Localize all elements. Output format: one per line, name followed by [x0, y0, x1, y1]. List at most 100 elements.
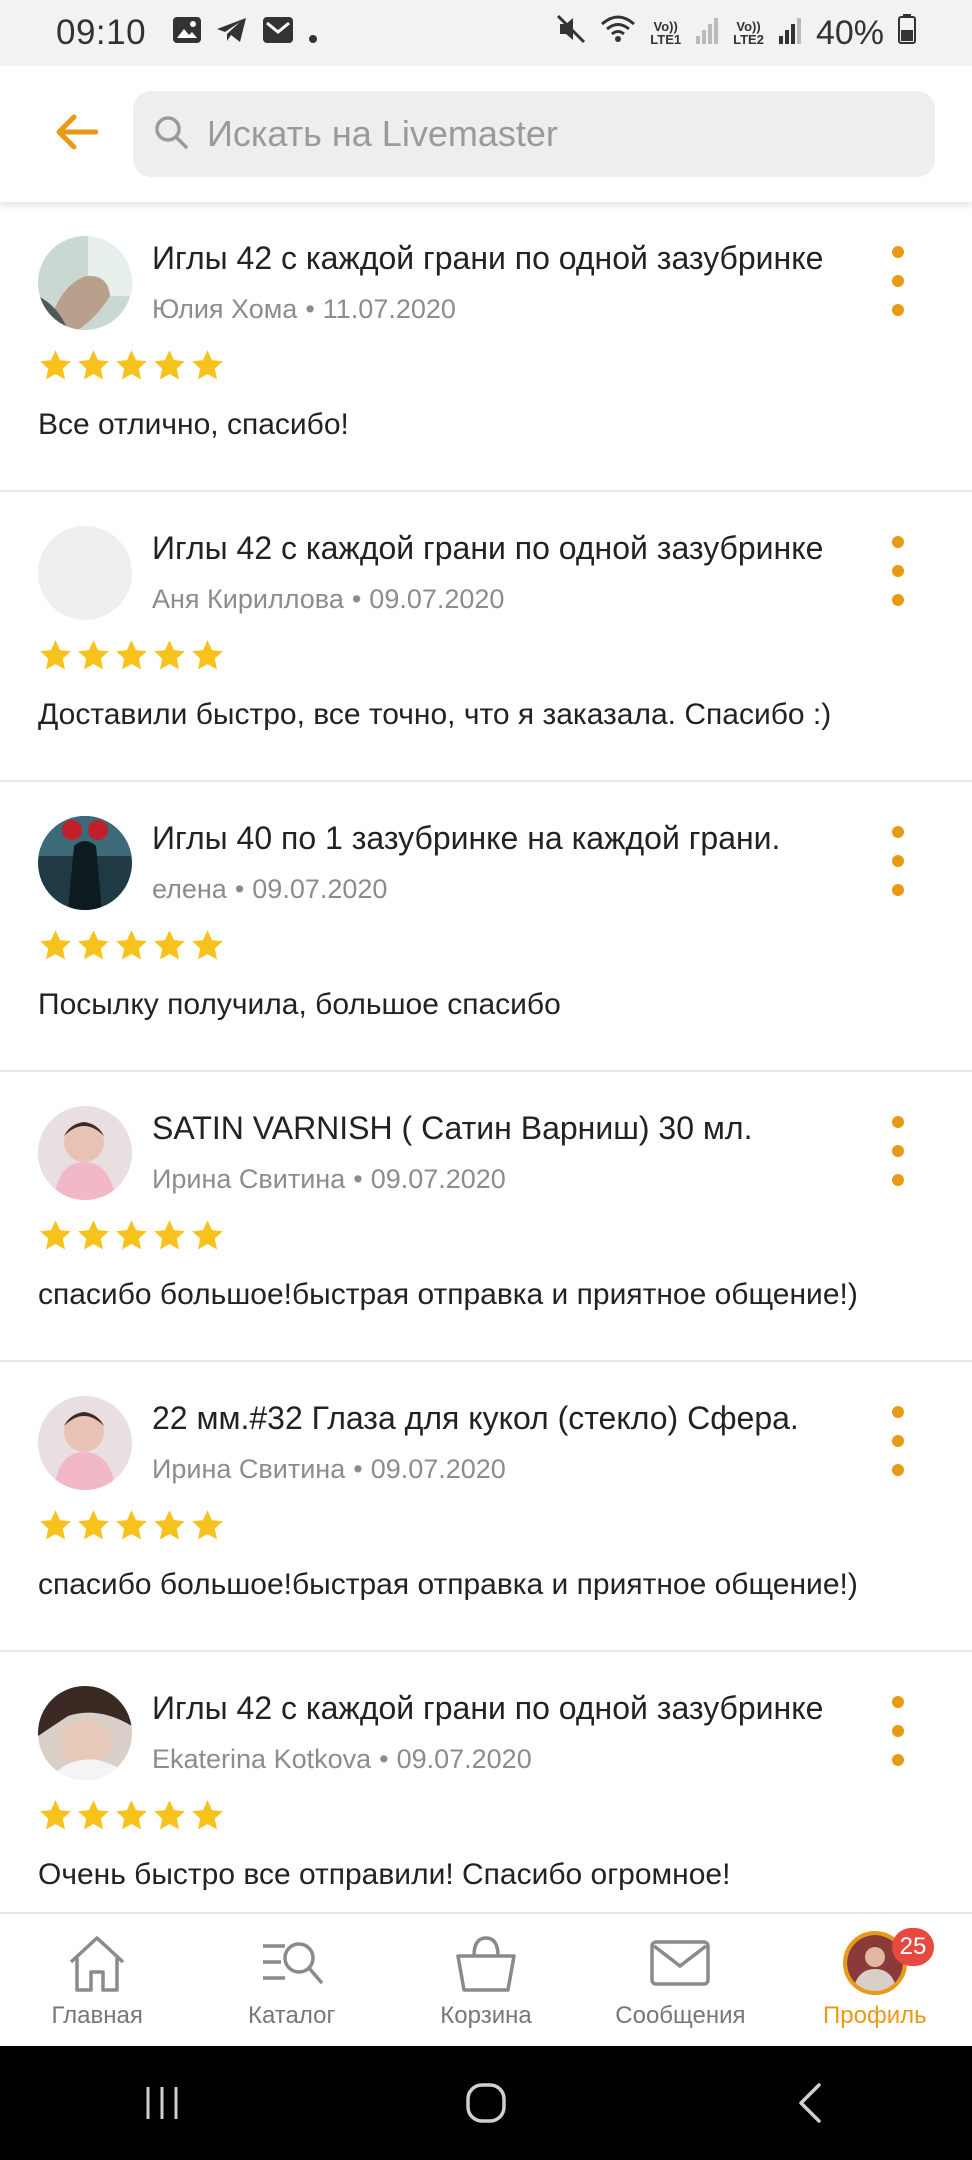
review-author[interactable]: Ekaterina Kotkova	[152, 1744, 371, 1774]
avatar[interactable]	[38, 1106, 132, 1200]
review-meta: Ирина Свитина • 09.07.2020	[152, 1454, 506, 1485]
sim1-network-label: Vo)) LTE1	[650, 20, 681, 46]
star-icon	[154, 1220, 185, 1250]
meta-separator: •	[351, 584, 362, 614]
review-date: 09.07.2020	[252, 874, 388, 904]
nav-basket[interactable]: Корзина	[389, 1914, 583, 2046]
battery-icon	[898, 13, 916, 53]
more-dot-icon	[892, 1754, 904, 1766]
home-icon	[65, 1932, 129, 1994]
avatar[interactable]	[38, 816, 132, 910]
app-bar	[0, 66, 972, 202]
star-icon	[154, 1510, 185, 1540]
star-icon	[116, 640, 147, 670]
review-meta: Ирина Свитина • 09.07.2020	[152, 1164, 506, 1195]
review-author[interactable]: Юлия Хома	[152, 294, 297, 324]
home-system-button[interactable]	[426, 2063, 546, 2143]
home-circle-icon	[466, 2083, 506, 2123]
review-more-button[interactable]	[878, 1696, 918, 1766]
nav-home[interactable]: Главная	[0, 1914, 194, 2046]
bottom-navigation: Главная Каталог Корзина Сообщения 25 Про…	[0, 1912, 972, 2046]
star-icon	[78, 1800, 109, 1830]
nav-label: Сообщения	[615, 2002, 746, 2029]
review-product-title[interactable]: Иглы 40 по 1 зазубринке на каждой грани.	[152, 820, 852, 857]
sim2-lte-label: LTE2	[733, 32, 764, 47]
review-product-title[interactable]: 22 мм.#32 Глаза для кукол (стекло) Сфера…	[152, 1400, 852, 1437]
status-notification-icons	[172, 14, 318, 53]
mail-icon	[262, 14, 294, 53]
star-icon	[116, 930, 147, 960]
nav-profile[interactable]: 25 Профиль	[778, 1914, 972, 2046]
star-icon	[78, 640, 109, 670]
avatar[interactable]	[38, 236, 132, 330]
star-icon	[78, 930, 109, 960]
search-input[interactable]	[207, 113, 887, 155]
star-icon	[40, 350, 71, 380]
review-author[interactable]: елена	[152, 874, 227, 904]
review-more-button[interactable]	[878, 826, 918, 896]
star-rating	[38, 1218, 225, 1253]
more-dot-icon	[892, 565, 904, 577]
more-dot-icon	[892, 1145, 904, 1157]
review-author[interactable]: Ирина Свитина	[152, 1164, 345, 1194]
more-dot-icon	[892, 1174, 904, 1186]
review-more-button[interactable]	[878, 1116, 918, 1186]
review-more-button[interactable]	[878, 1406, 918, 1476]
battery-percent: 40%	[815, 13, 884, 52]
review-text: спасибо большое!быстрая отправка и прият…	[38, 1278, 858, 1311]
review-product-title[interactable]: Иглы 42 с каждой грани по одной зазубрин…	[152, 530, 852, 567]
more-notifications-dot-icon	[308, 14, 318, 53]
review-product-title[interactable]: SATIN VARNISH ( Сатин Варниш) 30 мл.	[152, 1110, 852, 1147]
star-icon	[78, 350, 109, 380]
star-icon	[192, 640, 223, 670]
reviews-list: Иглы 42 с каждой грани по одной зазубрин…	[0, 202, 972, 1912]
star-icon	[116, 1220, 147, 1250]
nav-label: Главная	[51, 2002, 143, 2029]
basket-icon	[454, 1932, 518, 1994]
star-icon	[192, 1510, 223, 1540]
review-product-title[interactable]: Иглы 42 с каждой грани по одной зазубрин…	[152, 240, 852, 277]
status-system-icons: Vo)) LTE1 Vo)) LTE2 40%	[556, 13, 916, 53]
nav-label: Каталог	[247, 2002, 336, 2029]
star-icon	[40, 1220, 71, 1250]
star-icon	[192, 1800, 223, 1830]
meta-separator: •	[353, 1164, 363, 1194]
review-author[interactable]: Ирина Свитина	[152, 1454, 345, 1484]
nav-messages[interactable]: Сообщения	[583, 1914, 777, 2046]
star-icon	[116, 350, 147, 380]
review-item: Иглы 42 с каждой грани по одной зазубрин…	[0, 1652, 972, 1912]
back-button[interactable]	[40, 104, 112, 164]
star-icon	[192, 1220, 223, 1250]
chevron-left-icon	[799, 2083, 821, 2123]
star-icon	[154, 350, 185, 380]
review-author[interactable]: Аня Кириллова	[152, 584, 344, 614]
review-more-button[interactable]	[878, 536, 918, 606]
review-meta: Ekaterina Kotkova • 09.07.2020	[152, 1744, 532, 1775]
notification-badge: 25	[891, 1928, 935, 1966]
recent-apps-icon	[146, 2087, 178, 2119]
review-date: 11.07.2020	[322, 294, 456, 324]
review-meta: Аня Кириллова • 09.07.2020	[152, 584, 504, 615]
review-item: 22 мм.#32 Глаза для кукол (стекло) Сфера…	[0, 1362, 972, 1652]
star-icon	[78, 1220, 109, 1250]
star-icon	[40, 1800, 71, 1830]
avatar[interactable]	[38, 1396, 132, 1490]
review-item: Иглы 42 с каждой грани по одной зазубрин…	[0, 202, 972, 492]
avatar[interactable]	[38, 526, 132, 620]
star-icon	[154, 1800, 185, 1830]
search-bar[interactable]	[133, 91, 935, 177]
meta-separator: •	[305, 294, 315, 324]
star-icon	[40, 640, 71, 670]
more-dot-icon	[892, 304, 904, 316]
more-dot-icon	[892, 1406, 904, 1418]
signal-bars-sim1-icon	[695, 14, 719, 53]
arrow-left-icon	[54, 113, 99, 156]
system-back-button[interactable]	[750, 2063, 870, 2143]
nav-catalog[interactable]: Каталог	[194, 1914, 388, 2046]
review-text: Очень быстро все отправили! Спасибо огро…	[38, 1858, 731, 1891]
star-rating	[38, 1508, 225, 1543]
review-more-button[interactable]	[878, 246, 918, 316]
recent-apps-button[interactable]	[102, 2063, 222, 2143]
review-product-title[interactable]: Иглы 42 с каждой грани по одной зазубрин…	[152, 1690, 852, 1727]
avatar[interactable]	[38, 1686, 132, 1780]
